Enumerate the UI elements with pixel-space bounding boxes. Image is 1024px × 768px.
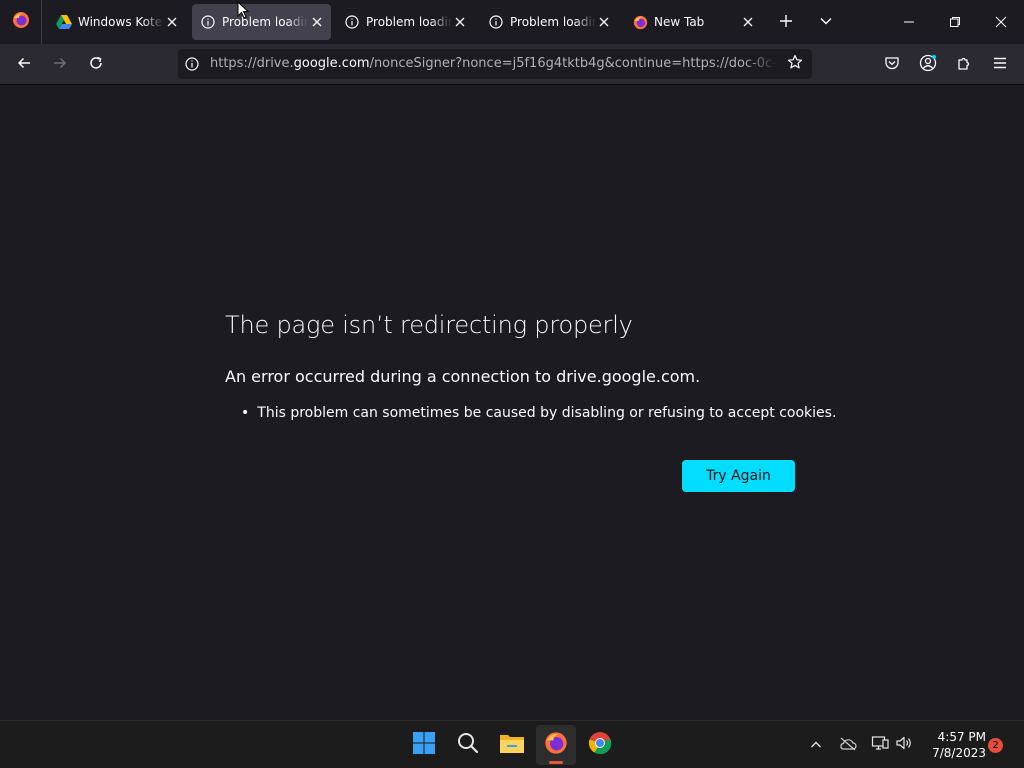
cloud-offline-icon: [839, 736, 857, 755]
minimize-button[interactable]: [886, 0, 932, 44]
tab-label: Windows Koteyk: [78, 15, 164, 29]
windows-logo-icon: [412, 731, 436, 759]
tab-label: Problem loading page: [366, 15, 452, 29]
account-button[interactable]: [916, 53, 940, 77]
file-explorer-button[interactable]: [492, 725, 532, 765]
list-all-tabs-button[interactable]: [814, 10, 838, 34]
account-icon: [919, 54, 937, 76]
tab-new-tab[interactable]: New Tab: [624, 4, 762, 40]
close-icon[interactable]: [596, 14, 612, 30]
url-prefix: https://drive.: [210, 56, 294, 71]
url-bar[interactable]: https://drive.google.com/nonceSigner?non…: [178, 49, 812, 79]
mouse-cursor-icon: [237, 0, 250, 23]
volume-button[interactable]: [892, 733, 916, 757]
puzzle-icon: [956, 55, 972, 75]
url-path: /nonceSigner?nonce=j5f16g4tktb4g&continu…: [369, 56, 778, 71]
firefox-icon: [544, 731, 568, 759]
firefox-view-button[interactable]: [0, 0, 42, 44]
tab-label: Problem loading page: [510, 15, 596, 29]
restore-icon: [949, 13, 961, 32]
clock-date: 7/8/2023: [932, 746, 986, 760]
firefox-icon: [632, 14, 648, 30]
close-window-button[interactable]: [978, 0, 1024, 44]
network-button[interactable]: [868, 733, 892, 757]
active-indicator: [549, 761, 563, 764]
tab-problem-loading-3[interactable]: Problem loading page: [480, 4, 618, 40]
folder-icon: [499, 732, 525, 758]
chrome-taskbar-button[interactable]: [580, 725, 620, 765]
error-page: The page isn’t redirecting properly An e…: [0, 85, 1024, 720]
close-icon[interactable]: [452, 14, 468, 30]
hamburger-menu-icon: [992, 55, 1008, 75]
show-hidden-icons-button[interactable]: [804, 733, 828, 757]
extensions-button[interactable]: [952, 53, 976, 77]
google-drive-icon: [56, 14, 72, 30]
tab-windows-koteyk[interactable]: Windows Koteyk: [48, 4, 186, 40]
close-icon[interactable]: [740, 14, 756, 30]
new-tab-button[interactable]: [774, 10, 798, 34]
notification-badge[interactable]: 2: [988, 738, 1003, 753]
speaker-icon: [895, 735, 913, 755]
star-icon: [787, 54, 803, 74]
close-icon: [995, 13, 1007, 32]
info-icon: [200, 14, 216, 30]
search-button[interactable]: [448, 725, 488, 765]
tab-label: Problem loading page: [222, 15, 308, 29]
plus-icon: [779, 13, 793, 32]
menu-button[interactable]: [988, 53, 1012, 77]
error-description: An error occurred during a connection to…: [225, 367, 701, 386]
info-icon[interactable]: [184, 56, 200, 72]
reload-icon: [88, 55, 104, 75]
network-icon: [871, 735, 889, 755]
tab-bar: Windows Koteyk Problem loading page Prob…: [0, 0, 1024, 44]
search-icon: [456, 731, 480, 759]
minimize-icon: [903, 13, 915, 32]
info-icon: [344, 14, 360, 30]
tab-problem-loading-1[interactable]: Problem loading page: [192, 4, 331, 40]
firefox-icon: [12, 11, 30, 33]
arrow-right-icon: [52, 55, 68, 75]
start-button[interactable]: [404, 725, 444, 765]
list-item: This problem can sometimes be caused by …: [241, 405, 836, 421]
info-icon: [488, 14, 504, 30]
url-text[interactable]: https://drive.google.com/nonceSigner?non…: [210, 56, 778, 71]
back-button[interactable]: [10, 52, 38, 78]
page-title: The page isn’t redirecting properly: [225, 311, 633, 339]
navigation-toolbar: https://drive.google.com/nonceSigner?non…: [0, 44, 1024, 85]
clock-time: 4:57 PM: [937, 730, 986, 744]
tab-problem-loading-2[interactable]: Problem loading page: [336, 4, 474, 40]
arrow-left-icon: [16, 55, 32, 75]
onedrive-button[interactable]: [836, 733, 860, 757]
pocket-button[interactable]: [880, 53, 904, 77]
firefox-taskbar-button[interactable]: [536, 725, 576, 765]
close-icon[interactable]: [309, 14, 325, 30]
chevron-up-icon: [810, 736, 822, 755]
tab-label: New Tab: [654, 15, 705, 29]
try-again-button[interactable]: Try Again: [682, 460, 795, 492]
bookmark-star-button[interactable]: [786, 54, 804, 74]
taskbar: 4:57 PM 7/8/2023 2: [0, 720, 1024, 768]
url-host: google.com: [293, 56, 370, 71]
error-hint-list: This problem can sometimes be caused by …: [241, 405, 836, 421]
restore-button[interactable]: [932, 0, 978, 44]
chevron-down-icon: [819, 13, 833, 32]
pocket-icon: [884, 55, 900, 75]
forward-button[interactable]: [46, 52, 74, 78]
reload-button[interactable]: [82, 52, 110, 78]
close-icon[interactable]: [164, 14, 180, 30]
system-clock[interactable]: 4:57 PM 7/8/2023: [918, 729, 986, 761]
chrome-icon: [588, 731, 612, 759]
